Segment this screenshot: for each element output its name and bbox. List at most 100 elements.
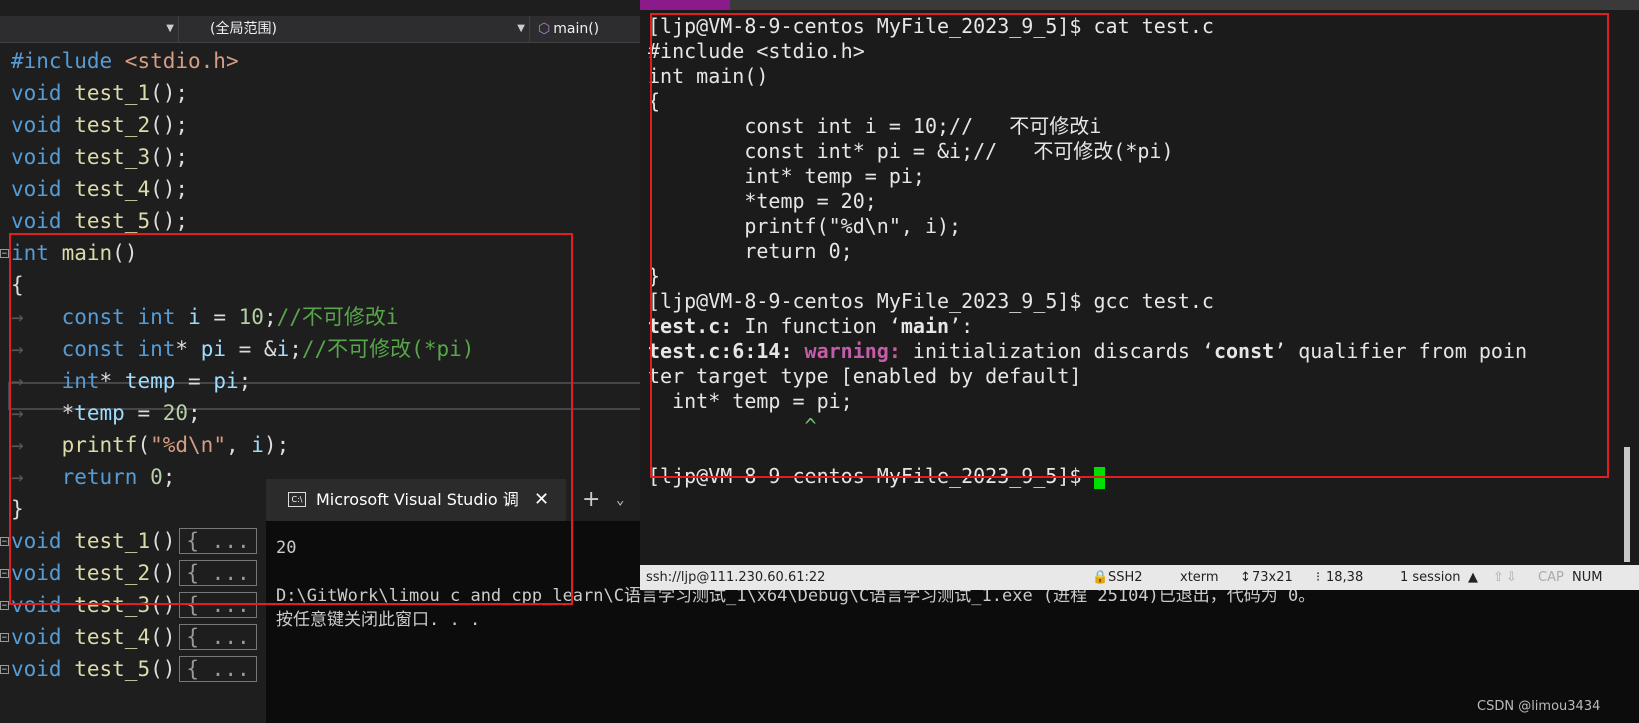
terminal-text: const int* pi = &i;// 不可修改(*pi) (648, 139, 1174, 163)
collapsed-block[interactable]: { ... (179, 656, 257, 682)
code-token: ; (162, 465, 176, 489)
fold-toggle-icon[interactable]: − (0, 569, 9, 579)
code-token: { (11, 273, 24, 297)
fold-toggle-icon[interactable]: − (0, 537, 9, 547)
code-token: test_1 (74, 81, 151, 105)
caret-up-icon[interactable]: ▲ (1468, 565, 1478, 590)
terminal-text: ’: (949, 314, 974, 338)
terminal-text: return 0; (648, 239, 853, 263)
terminal-text: ^ (648, 414, 817, 438)
status-bar: ssh://ljp@111.230.60.61:22 🔒 SSH2 xterm … (640, 565, 1639, 590)
xshell-window[interactable]: [ljp@VM-8-9-centos MyFile_2023_9_5]$ cat… (640, 0, 1639, 590)
code-token: int (137, 337, 176, 361)
code-token: test_3 (74, 145, 151, 169)
terminal-text: [ljp@VM-8-9-centos MyFile_2023_9_5]$ gcc… (648, 289, 1214, 313)
code-token: * (23, 401, 75, 425)
code-token: test_5 (74, 657, 151, 681)
resize-icon: ↕ (1240, 570, 1251, 585)
terminal-line: { (648, 88, 660, 114)
terminal-line: int* temp = pi; (648, 163, 925, 189)
code-token: → (11, 465, 24, 489)
code-token: test_3 (74, 593, 151, 617)
code-token: void (11, 657, 62, 681)
terminal-scrollbar[interactable] (1616, 10, 1639, 565)
scrollbar-thumb[interactable] (1624, 447, 1630, 562)
code-line: → printf("%d\n", i); (11, 430, 289, 460)
code-token: pi (213, 369, 239, 393)
terminal-text: { (648, 89, 661, 113)
fold-toggle-icon[interactable]: − (0, 665, 9, 675)
code-token: () (150, 657, 176, 681)
code-token: return (61, 465, 138, 489)
code-line: → *temp = 20; (11, 398, 201, 428)
terminal-line: printf("%d\n", i); (648, 213, 961, 239)
collapsed-block[interactable]: { ... (179, 624, 257, 650)
chevron-down-icon[interactable]: ⌄ (616, 479, 624, 521)
code-token: 10 (238, 305, 264, 329)
code-line: { (11, 270, 24, 300)
terminal-text: int* temp = pi; (648, 164, 925, 188)
code-token: i (188, 305, 201, 329)
code-token: ; (238, 369, 252, 393)
terminal-text: ’ qualifier from poin (1274, 339, 1528, 363)
fold-toggle-icon[interactable]: − (0, 601, 9, 611)
code-line: void test_5(){ ... (11, 654, 257, 684)
code-line: #include <stdio.h> (11, 46, 239, 76)
terminal-line: ter target type [enabled by default] (648, 363, 1081, 389)
terminal-text: main (900, 314, 950, 338)
console-tab-title: Microsoft Visual Studio 调 (316, 490, 519, 509)
code-token: test_4 (74, 177, 151, 201)
terminal-line: *temp = 20; (648, 188, 876, 214)
close-icon[interactable]: ✕ (534, 479, 549, 521)
code-token: //不可修改i (276, 305, 399, 329)
code-token: (); (150, 113, 189, 137)
code-token: #include (11, 49, 113, 73)
terminal-line: int* temp = pi; (648, 388, 853, 414)
active-session-tab[interactable] (640, 0, 730, 10)
scope-dropdown[interactable]: (全局范围) ▼ (182, 16, 530, 42)
code-token: ; (289, 337, 302, 361)
code-line: → const int i = 10;//不可修改i (11, 302, 399, 332)
fold-toggle-icon[interactable]: − (0, 633, 9, 643)
code-token: void (11, 113, 62, 137)
console-tab[interactable]: C:\ Microsoft Visual Studio 调 ✕ (266, 479, 566, 521)
code-token: const (61, 337, 125, 361)
chevron-down-icon: ▼ (517, 23, 525, 34)
function-dropdown[interactable]: ⬡ main() (534, 16, 654, 42)
terminal-text: const int i = 10;// 不可修改i (648, 114, 1102, 138)
code-token: → (11, 337, 24, 361)
code-token: * (175, 337, 201, 361)
terminal-line: test.c: In function ‘main’: (648, 313, 973, 339)
code-token: void (11, 81, 62, 105)
project-dropdown[interactable]: ▼ (0, 16, 179, 42)
code-token: int (137, 305, 176, 329)
editor-toolbar: ▼ (全局范围) ▼ ⬡ main() (0, 16, 650, 43)
console-output-line: 20 (276, 538, 297, 558)
fold-toggle-icon[interactable]: − (0, 249, 9, 259)
terminal-line: [ljp@VM-8-9-centos MyFile_2023_9_5]$ (648, 463, 1105, 489)
chevron-down-icon: ▼ (166, 23, 174, 34)
session-count[interactable]: 1 session (1400, 565, 1461, 590)
code-token: (); (150, 145, 189, 169)
collapsed-block[interactable]: { ... (179, 592, 257, 618)
code-line: void test_1(){ ... (11, 526, 257, 556)
code-token: → (11, 401, 24, 425)
caps-lock-indicator: CAP (1538, 570, 1564, 585)
code-token: = & (226, 337, 277, 361)
terminal-area[interactable]: [ljp@VM-8-9-centos MyFile_2023_9_5]$ cat… (640, 10, 1639, 565)
code-token: () (150, 593, 176, 617)
code-token: void (11, 177, 62, 201)
collapsed-block[interactable]: { ... (179, 528, 257, 554)
terminal-text: ter target type [enabled by default] (648, 364, 1082, 388)
new-tab-button[interactable]: + (582, 479, 600, 521)
code-line: void test_2(); (11, 110, 188, 140)
collapsed-block[interactable]: { ... (179, 560, 257, 586)
code-token: printf (61, 433, 138, 457)
